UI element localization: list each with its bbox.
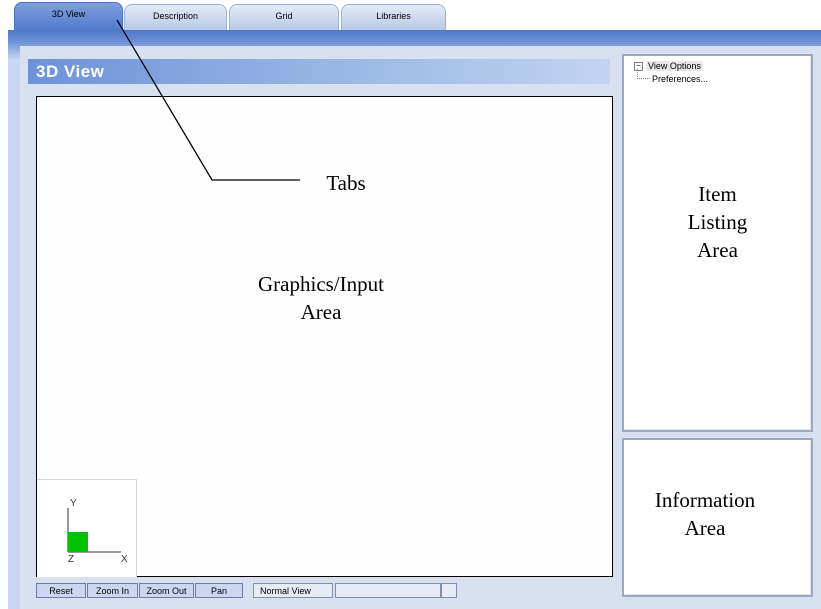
tab-label: Libraries bbox=[376, 11, 411, 21]
axis-indicator[interactable]: Y X Z bbox=[37, 479, 137, 577]
item-label-line2: Listing bbox=[687, 210, 748, 234]
item-label-line3: Area bbox=[697, 238, 738, 262]
reset-button[interactable]: Reset bbox=[36, 583, 86, 598]
x-axis-label: X bbox=[121, 554, 128, 565]
tab-libraries[interactable]: Libraries bbox=[341, 4, 446, 30]
tab-grid[interactable]: Grid bbox=[229, 4, 339, 30]
y-axis-label: Y bbox=[70, 498, 77, 509]
z-axis-label: Z bbox=[68, 554, 75, 565]
pan-button[interactable]: Pan bbox=[195, 583, 243, 598]
zoom-out-button[interactable]: Zoom Out bbox=[139, 583, 194, 598]
view-toolbar: Reset Zoom In Zoom Out Pan Normal View bbox=[36, 582, 613, 599]
tree-root-label: View Options bbox=[646, 61, 703, 71]
zoom-in-button[interactable]: Zoom In bbox=[87, 583, 138, 598]
graphics-label-line1: Graphics/Input bbox=[258, 272, 384, 296]
status-field-small bbox=[441, 583, 457, 598]
tab-label: Description bbox=[152, 11, 199, 21]
item-listing-label: Item Listing Area bbox=[640, 180, 795, 264]
info-label-line1: Information bbox=[654, 488, 756, 512]
tree-node-preferences[interactable]: Preferences... bbox=[652, 74, 708, 84]
information-label: Information Area bbox=[620, 486, 790, 542]
tree-connector bbox=[637, 69, 650, 79]
z-axis-square bbox=[68, 532, 88, 552]
tab-label: 3D View bbox=[51, 9, 86, 19]
status-field-empty bbox=[335, 583, 441, 598]
tab-label: Grid bbox=[275, 11, 293, 21]
graphics-label-line2: Area bbox=[300, 300, 342, 324]
view-mode-status: Normal View bbox=[253, 583, 333, 598]
tab-3d-view[interactable]: 3D View bbox=[14, 2, 123, 32]
view-title-bar: 3D View bbox=[28, 59, 610, 84]
view-title: 3D View bbox=[36, 62, 105, 81]
tab-description[interactable]: Description bbox=[124, 4, 227, 30]
info-label-line2: Area bbox=[684, 516, 726, 540]
graphics-area-label: Graphics/Input Area bbox=[196, 270, 446, 326]
item-label-line1: Item bbox=[698, 182, 737, 206]
tabs-callout-label: Tabs bbox=[326, 171, 366, 195]
